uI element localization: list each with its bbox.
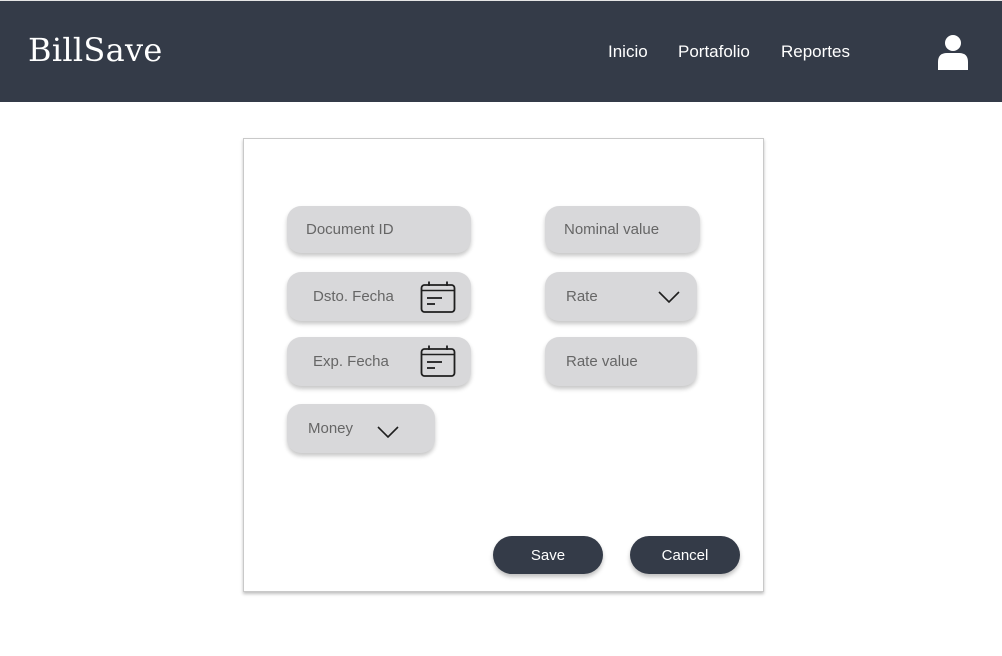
rate-value-field[interactable]: [545, 337, 697, 386]
money-label: Money: [308, 420, 354, 437]
calendar-icon[interactable]: [420, 280, 456, 314]
rate-dropdown[interactable]: Rate: [545, 272, 697, 321]
bill-form-card: Dsto. Fecha Rate Exp. Fecha: [243, 138, 764, 592]
rate-value-input[interactable]: [566, 337, 697, 386]
user-menu-button[interactable]: [934, 32, 972, 72]
nav-link-portafolio[interactable]: Portafolio: [678, 42, 750, 62]
dsto-fecha-date-picker[interactable]: Dsto. Fecha: [287, 272, 471, 321]
rate-label: Rate: [566, 288, 598, 305]
save-button[interactable]: Save: [493, 536, 603, 574]
dsto-fecha-label: Dsto. Fecha: [313, 288, 394, 305]
nav-link-inicio[interactable]: Inicio: [608, 42, 648, 62]
cancel-button[interactable]: Cancel: [630, 536, 740, 574]
chevron-down-icon: [658, 291, 680, 303]
exp-fecha-date-picker[interactable]: Exp. Fecha: [287, 337, 471, 386]
nav-link-reportes[interactable]: Reportes: [781, 42, 850, 62]
money-dropdown[interactable]: Money: [287, 404, 435, 453]
document-id-field[interactable]: [287, 206, 471, 253]
navbar: BillSave Inicio Portafolio Reportes: [0, 0, 1002, 102]
chevron-down-icon: [377, 426, 399, 438]
nominal-value-input[interactable]: [564, 206, 700, 253]
nominal-value-field[interactable]: [545, 206, 700, 253]
brand-logo[interactable]: BillSave: [28, 31, 163, 69]
user-icon: [938, 35, 968, 70]
exp-fecha-label: Exp. Fecha: [313, 353, 389, 370]
calendar-icon[interactable]: [420, 344, 456, 378]
document-id-input[interactable]: [306, 206, 471, 253]
